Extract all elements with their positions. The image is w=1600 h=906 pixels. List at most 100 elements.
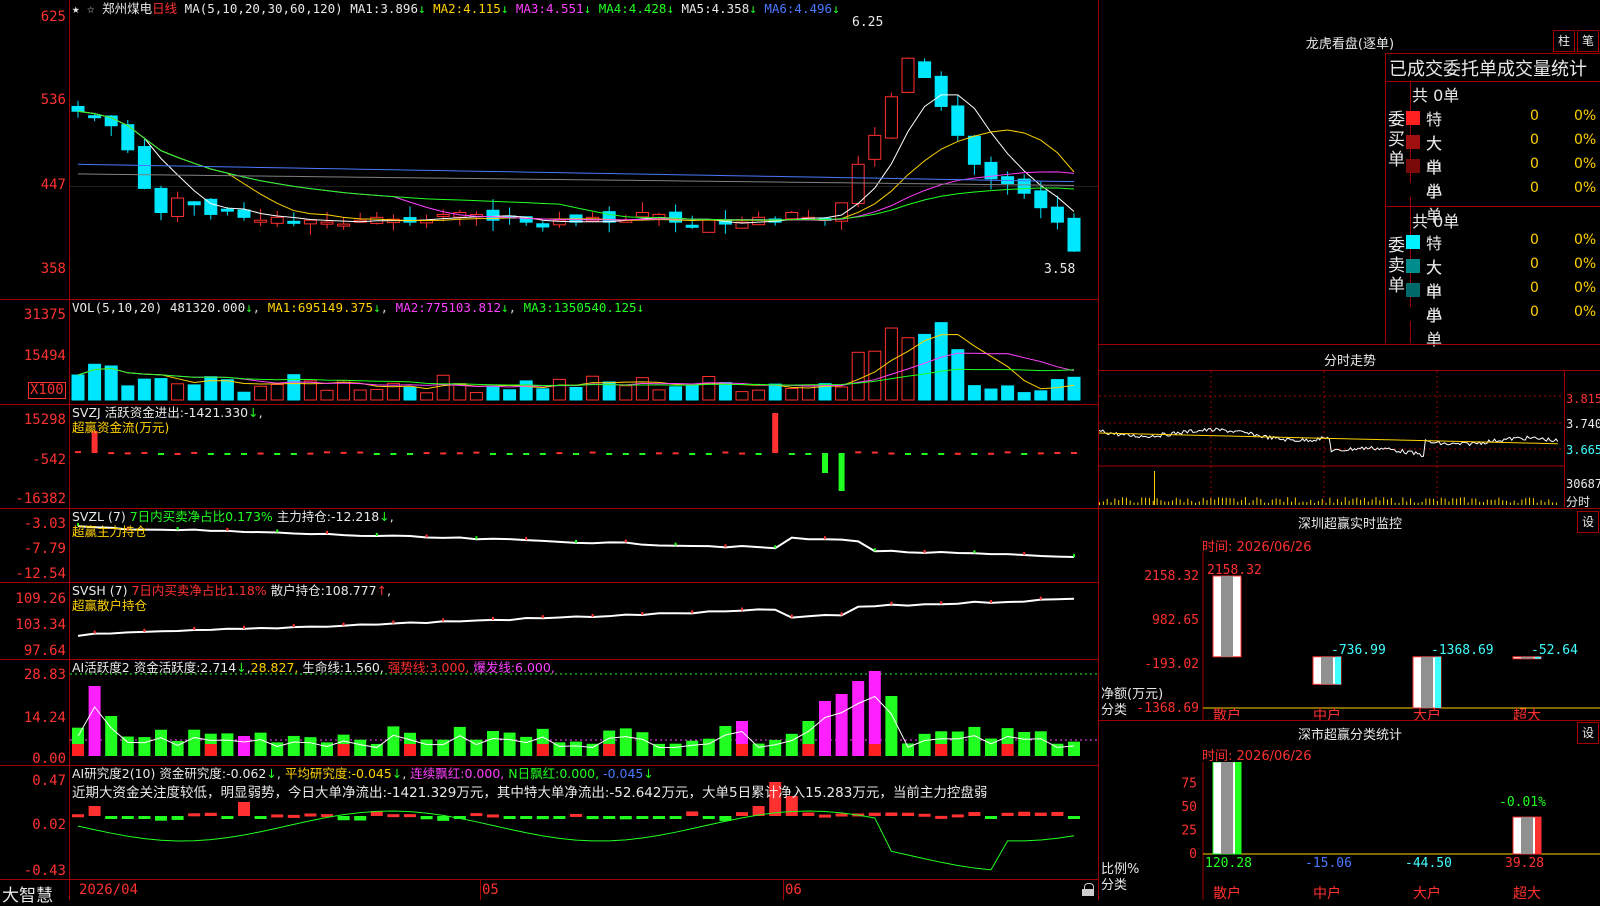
realtime-chart[interactable]: 2158.32 982.65 -193.02 -1368.69 2158.32 散户 -73… bbox=[1099, 552, 1600, 720]
flow-bar bbox=[988, 452, 994, 455]
flow-bar bbox=[1037, 452, 1044, 455]
realtime-category-label: 超大 bbox=[1513, 708, 1541, 720]
research-line bbox=[77, 810, 1075, 871]
vol-chart[interactable] bbox=[70, 300, 1098, 404]
research-bar bbox=[653, 816, 665, 819]
holding-tick bbox=[674, 542, 677, 546]
minute-vol-bar bbox=[1421, 501, 1423, 505]
flow-bar bbox=[855, 451, 862, 454]
ai1-chart[interactable] bbox=[70, 660, 1098, 765]
classify-chart[interactable]: 75 50 25 0 120.28 散户 -15.06 中户 -44.50 大户 39.28 超大 -0… bbox=[1099, 762, 1600, 900]
ai2-chart[interactable] bbox=[70, 766, 1098, 879]
classify-bar-edge bbox=[1535, 817, 1541, 854]
minute-vol-bar bbox=[1122, 497, 1124, 505]
activity-bar bbox=[918, 733, 931, 756]
minute-vol-bar bbox=[1133, 502, 1135, 505]
activity-bar bbox=[785, 733, 798, 756]
flow-bar bbox=[1021, 453, 1028, 455]
candle-body bbox=[171, 197, 185, 217]
research-bar bbox=[968, 812, 981, 816]
flow-bar bbox=[390, 453, 397, 455]
classify-settings-button[interactable]: 设 bbox=[1577, 722, 1599, 744]
stock-name: 郑州煤电 bbox=[102, 1, 153, 16]
tick-view-button[interactable]: 笔 bbox=[1577, 30, 1599, 52]
activity-bar bbox=[852, 681, 865, 756]
svsh-ylabel-1: 103.34 bbox=[15, 617, 66, 633]
minute-vol-bar bbox=[1287, 497, 1289, 505]
price-panel[interactable] bbox=[70, 0, 1098, 299]
minute-vol-bar bbox=[1137, 502, 1139, 505]
activity-bar bbox=[155, 729, 167, 756]
month-tick-may bbox=[480, 880, 481, 900]
retail-tick bbox=[591, 613, 594, 617]
minute-vol-bar bbox=[1191, 500, 1193, 505]
minute-chart[interactable] bbox=[1099, 371, 1564, 507]
ai1-l1: 资金活跃度: bbox=[133, 660, 201, 675]
minute-vol-bar bbox=[1509, 502, 1511, 505]
activity-base bbox=[204, 744, 217, 756]
minute-vol-bar bbox=[1498, 497, 1500, 505]
volume-bar bbox=[71, 374, 85, 401]
ai2-panel[interactable] bbox=[70, 766, 1098, 879]
svsh-header: SVSH (7) 7日内买卖净占比1.18% 散户持仓:108.777↑, bbox=[72, 583, 392, 598]
volume-bar bbox=[635, 377, 649, 401]
retail-tick bbox=[243, 625, 245, 629]
flow-bar bbox=[440, 452, 447, 455]
volume-bar bbox=[984, 388, 998, 401]
volume-bar bbox=[835, 386, 849, 401]
realtime-bar-edge bbox=[1435, 656, 1441, 708]
activity-bar bbox=[88, 686, 101, 756]
classify-bar-shade bbox=[1221, 762, 1233, 854]
period-label[interactable]: 日线 bbox=[152, 1, 177, 16]
holding-tick bbox=[226, 527, 229, 531]
research-bar bbox=[188, 813, 201, 817]
retail-tick bbox=[641, 612, 644, 616]
flow-bar bbox=[788, 453, 795, 455]
minute-vol-bar bbox=[1271, 499, 1273, 505]
retail-tick bbox=[741, 607, 743, 611]
buy-count: 0 bbox=[1530, 132, 1539, 148]
research-bar bbox=[470, 813, 483, 817]
minute-title[interactable]: 分时走势 bbox=[1100, 350, 1600, 369]
retail-tick bbox=[790, 614, 793, 618]
research-bar bbox=[1034, 812, 1047, 816]
minute-vol-bar bbox=[1156, 498, 1158, 505]
bar-view-button[interactable]: 柱 bbox=[1553, 30, 1575, 52]
flow-bar bbox=[523, 453, 530, 455]
minute-vol-bar bbox=[1410, 498, 1412, 505]
volume-bar bbox=[121, 385, 135, 401]
volume-bar bbox=[171, 383, 185, 401]
ma3-line bbox=[77, 110, 1075, 221]
minute-vol-bar bbox=[1141, 497, 1143, 505]
buy-color-swatch bbox=[1406, 135, 1420, 149]
candle-body bbox=[237, 209, 251, 218]
activity-bar bbox=[370, 743, 383, 756]
minute-vol-bar bbox=[1448, 501, 1450, 505]
flow-bar bbox=[174, 452, 181, 455]
vol-panel[interactable] bbox=[70, 300, 1098, 404]
favorite-star-icon[interactable]: ★ ☆ bbox=[72, 1, 95, 16]
minute-vol-bar bbox=[1363, 497, 1365, 505]
activity-base bbox=[404, 744, 416, 756]
flow-bar bbox=[722, 451, 729, 454]
minute-vol-bar bbox=[1218, 497, 1220, 505]
holding-tick bbox=[724, 544, 727, 548]
candle-body bbox=[303, 219, 317, 225]
activity-bar bbox=[769, 739, 782, 756]
research-bar bbox=[304, 813, 317, 817]
activity-bar bbox=[669, 743, 682, 756]
realtime-settings-button[interactable]: 设 bbox=[1577, 511, 1599, 533]
minute-vol-bar bbox=[1348, 500, 1350, 505]
holding-tick bbox=[525, 537, 528, 541]
brand-label[interactable]: 大智慧 bbox=[2, 881, 53, 906]
volume-bar bbox=[685, 384, 699, 401]
ma5-line bbox=[77, 173, 1075, 186]
svzj-panel[interactable] bbox=[70, 405, 1098, 508]
flow-bar bbox=[905, 453, 911, 455]
minute-vol-bar bbox=[1260, 499, 1262, 505]
price-chart[interactable] bbox=[70, 0, 1098, 299]
minute-vol-bar bbox=[1252, 500, 1254, 505]
flow-bar bbox=[954, 452, 961, 455]
svzj-chart[interactable] bbox=[70, 405, 1098, 508]
ai1-panel[interactable] bbox=[70, 660, 1098, 765]
